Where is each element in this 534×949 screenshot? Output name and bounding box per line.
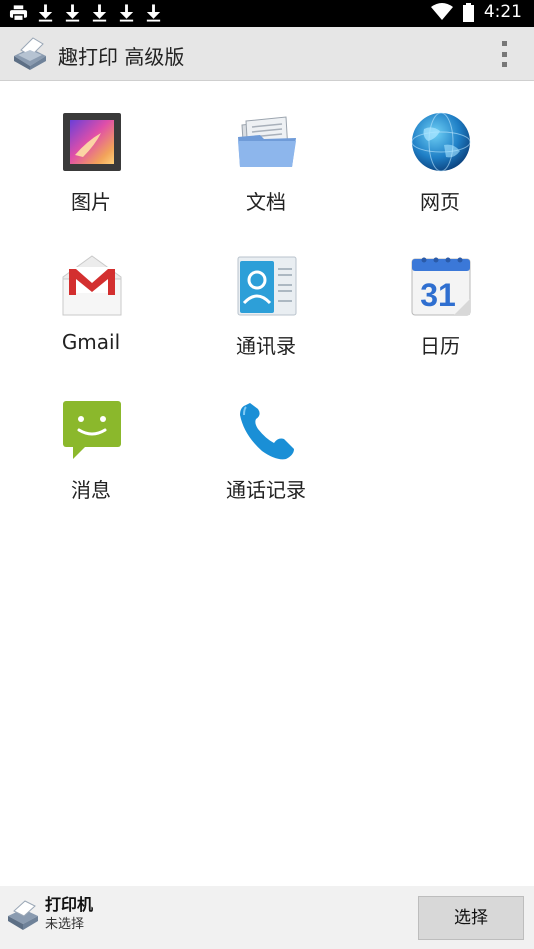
download-icon <box>119 4 134 22</box>
app-title: 趣打印 高级版 <box>58 45 185 69</box>
printer-status: 未选择 <box>45 917 85 932</box>
source-label: Gmail <box>61 330 121 354</box>
clock: 4:21 <box>483 2 522 22</box>
source-gmail[interactable]: Gmail <box>4 225 178 365</box>
more-vert-icon[interactable] <box>499 41 509 67</box>
source-label: 网页 <box>420 190 460 214</box>
download-icon <box>146 4 161 22</box>
message-icon <box>63 401 121 459</box>
phone-icon <box>240 403 294 460</box>
status-bar: 4:21 <box>0 0 534 27</box>
gmail-icon <box>62 255 122 316</box>
source-label: 文档 <box>246 190 286 214</box>
source-label: 图片 <box>71 190 111 214</box>
wifi-icon <box>430 3 453 20</box>
source-web[interactable]: 网页 <box>353 81 527 221</box>
download-icon <box>38 4 53 22</box>
source-label: 消息 <box>71 478 111 502</box>
source-label: 通讯录 <box>236 334 296 358</box>
calendar-icon: 31 <box>411 257 471 316</box>
source-messages[interactable]: 消息 <box>4 369 178 509</box>
source-label: 通话记录 <box>226 478 306 502</box>
select-printer-button[interactable]: 选择 <box>418 896 524 940</box>
gallery-icon <box>63 113 121 171</box>
calendar-day-number: 31 <box>420 277 456 313</box>
download-icon <box>92 4 107 22</box>
folder-documents-icon <box>238 116 296 167</box>
download-icon <box>65 4 80 22</box>
printer-icon <box>8 900 38 930</box>
action-bar: 趣打印 高级版 <box>0 27 534 81</box>
battery-icon <box>462 2 474 22</box>
source-images[interactable]: 图片 <box>4 81 178 221</box>
printer-icon <box>9 5 28 22</box>
source-label: 日历 <box>420 334 460 358</box>
contacts-icon <box>237 256 297 316</box>
source-calendar[interactable]: 31 日历 <box>353 225 527 365</box>
printer-selection-bar: 打印机 未选择 选择 <box>0 886 534 949</box>
source-call-log[interactable]: 通话记录 <box>179 369 353 509</box>
printer-app-icon <box>14 37 46 70</box>
source-contacts[interactable]: 通讯录 <box>179 225 353 365</box>
system-icons: 4:21 <box>430 2 522 22</box>
notification-icons <box>9 3 163 23</box>
globe-icon <box>411 112 471 172</box>
printer-label: 打印机 <box>45 895 94 914</box>
source-documents[interactable]: 文档 <box>179 81 353 221</box>
